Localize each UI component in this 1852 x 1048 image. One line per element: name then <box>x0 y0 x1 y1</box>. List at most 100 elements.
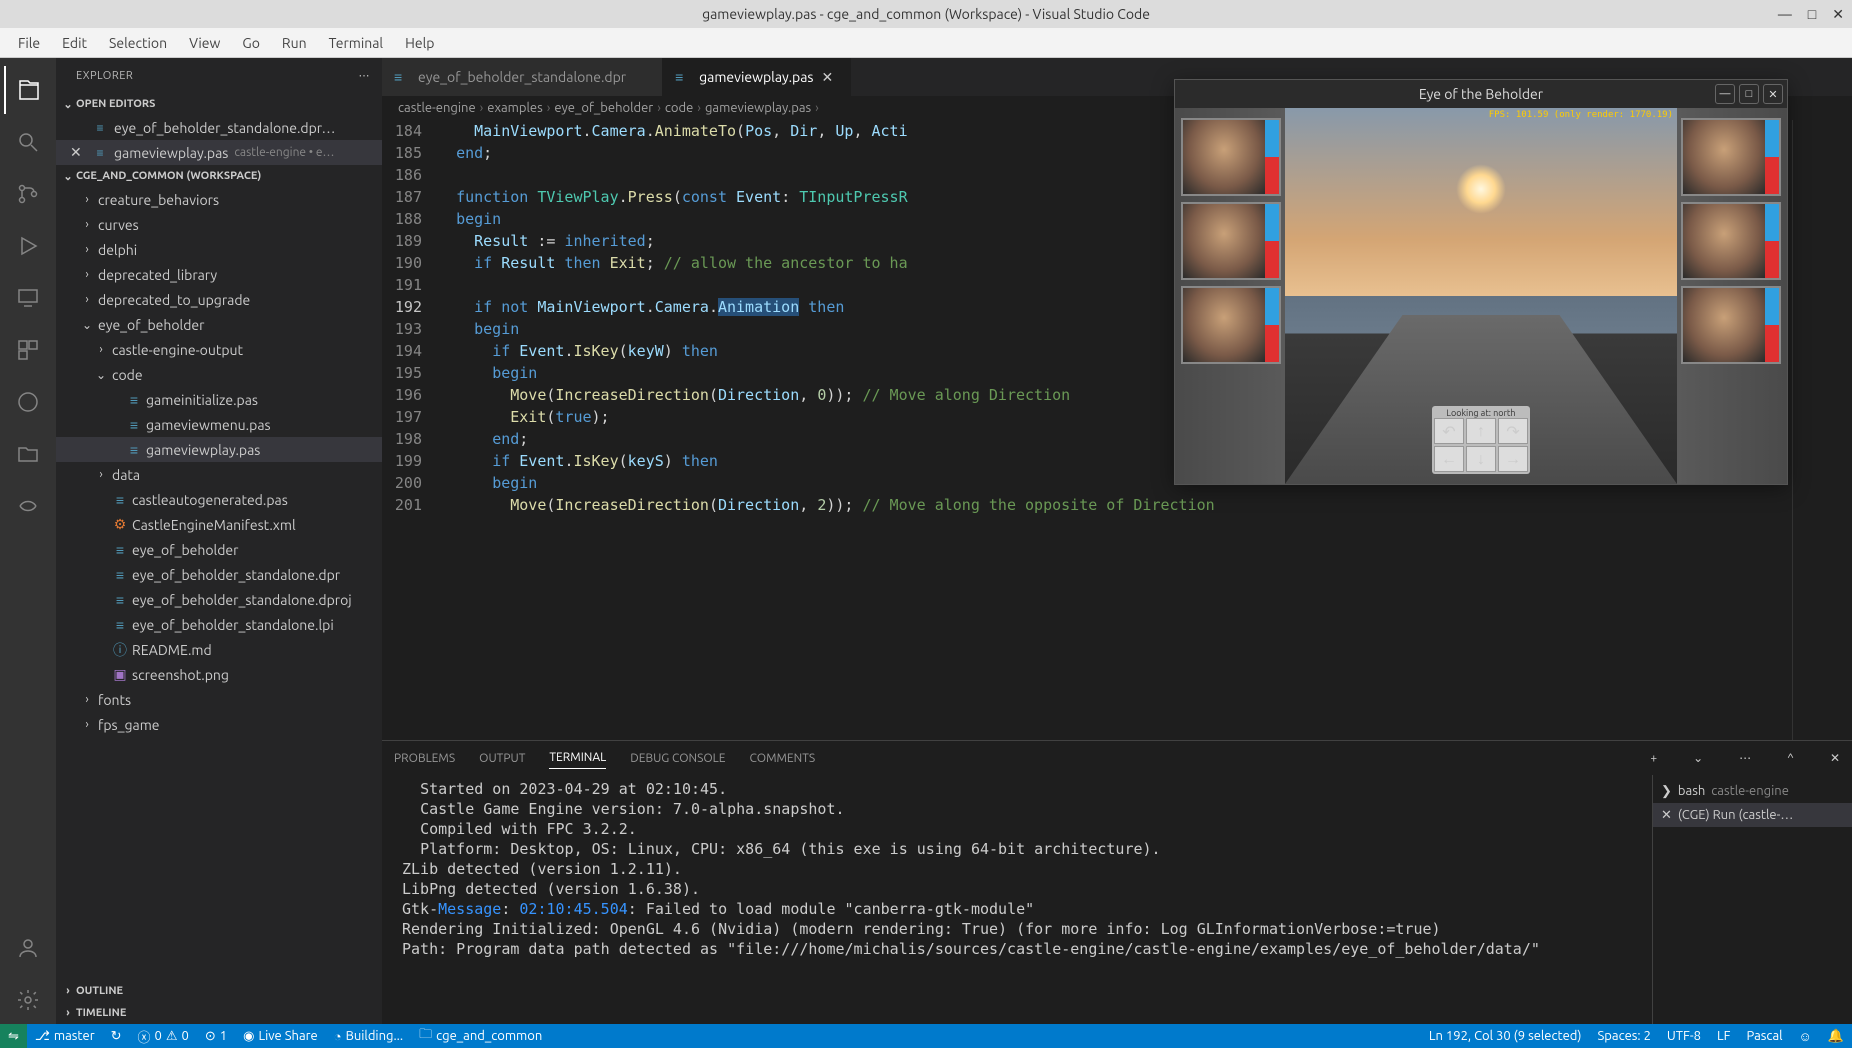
file-row[interactable]: ⚙CastleEngineManifest.xml <box>56 512 382 537</box>
close-icon[interactable]: ✕ <box>70 144 86 161</box>
file-row[interactable]: ≡eye_of_beholder_standalone.lpi <box>56 612 382 637</box>
editor-tab[interactable]: ≡eye_of_beholder_standalone.dpr <box>382 58 663 96</box>
feedback-icon[interactable]: ☺ <box>1791 1024 1820 1048</box>
game-maximize-button[interactable]: □ <box>1739 84 1759 104</box>
file-row[interactable]: ≡gameinitialize.pas <box>56 387 382 412</box>
menu-file[interactable]: File <box>8 31 50 55</box>
terminal-dropdown-icon[interactable]: ⌄ <box>1693 751 1703 765</box>
breadcrumb-segment[interactable]: castle-engine <box>398 101 476 115</box>
search-icon[interactable] <box>4 118 52 166</box>
git-branch[interactable]: ⎇master <box>27 1024 103 1048</box>
terminal-output[interactable]: Started on 2023-04-29 at 02:10:45. Castl… <box>382 775 1652 1024</box>
panel-tab-comments[interactable]: COMMENTS <box>750 748 816 769</box>
breadcrumb-segment[interactable]: examples <box>487 101 542 115</box>
indentation[interactable]: Spaces: 2 <box>1589 1024 1658 1048</box>
character-portrait[interactable] <box>1681 118 1781 196</box>
terminal-session[interactable]: ❯bash castle-engine <box>1653 779 1852 803</box>
menu-edit[interactable]: Edit <box>52 31 97 55</box>
remote-explorer-icon[interactable] <box>4 274 52 322</box>
breadcrumb-segment[interactable]: gameviewplay.pas <box>705 101 811 115</box>
file-row[interactable]: ⓘREADME.md <box>56 637 382 662</box>
folder-row[interactable]: ⌄code <box>56 362 382 387</box>
close-icon[interactable]: ✕ <box>822 69 838 86</box>
menu-terminal[interactable]: Terminal <box>319 31 394 55</box>
source-control-icon[interactable] <box>4 170 52 218</box>
terminal-session[interactable]: ✕(CGE) Run (castle-… <box>1653 803 1852 827</box>
folder-icon[interactable] <box>4 430 52 478</box>
file-row[interactable]: ≡eye_of_beholder_standalone.dpr <box>56 562 382 587</box>
remote-indicator[interactable]: ⇋ <box>0 1024 27 1048</box>
menu-help[interactable]: Help <box>395 31 444 55</box>
build-status[interactable]: ◔Building... <box>326 1024 411 1048</box>
file-row[interactable]: ≡gameviewplay.pas <box>56 437 382 462</box>
file-row[interactable]: ≡castleautogenerated.pas <box>56 487 382 512</box>
character-portrait[interactable] <box>1181 118 1281 196</box>
notifications-icon[interactable]: 🔔 <box>1820 1024 1852 1048</box>
open-editors-header[interactable]: ⌄ OPEN EDITORS <box>56 93 382 115</box>
file-row[interactable]: ≡eye_of_beholder <box>56 537 382 562</box>
folder-row[interactable]: ›curves <box>56 212 382 237</box>
panel-tab-problems[interactable]: PROBLEMS <box>394 748 455 769</box>
folder-row[interactable]: ›delphi <box>56 237 382 262</box>
menu-run[interactable]: Run <box>272 31 317 55</box>
maximize-panel-icon[interactable]: ^ <box>1787 752 1794 765</box>
nav-button[interactable]: ← <box>1434 446 1464 472</box>
folder-row[interactable]: ›creature_behaviors <box>56 187 382 212</box>
breadcrumb-segment[interactable]: code <box>665 101 693 115</box>
folder-row[interactable]: ›data <box>56 462 382 487</box>
language-mode[interactable]: Pascal <box>1738 1024 1790 1048</box>
character-portrait[interactable] <box>1181 286 1281 364</box>
menu-selection[interactable]: Selection <box>99 31 177 55</box>
game-viewport[interactable]: FPS: 101.59 (only render: 1770.19) Looki… <box>1175 108 1787 484</box>
panel-tab-output[interactable]: OUTPUT <box>479 748 525 769</box>
outline-header[interactable]: › OUTLINE <box>56 980 382 1002</box>
extensions-icon[interactable] <box>4 326 52 374</box>
settings-gear-icon[interactable] <box>4 976 52 1024</box>
github-icon[interactable] <box>4 378 52 426</box>
folder-row[interactable]: ›fonts <box>56 687 382 712</box>
file-tree[interactable]: ›creature_behaviors›curves›delphi›deprec… <box>56 187 382 980</box>
run-debug-icon[interactable] <box>4 222 52 270</box>
workspace-folder[interactable]: 🗀cge_and_common <box>411 1024 550 1048</box>
close-panel-icon[interactable]: ✕ <box>1830 751 1840 765</box>
folder-row[interactable]: ›fps_game <box>56 712 382 737</box>
file-row[interactable]: ≡gameviewmenu.pas <box>56 412 382 437</box>
nav-button[interactable]: ↶ <box>1434 418 1464 444</box>
open-editor-item[interactable]: ✕≡eye_of_beholder_standalone.dpr… <box>56 115 382 140</box>
file-row[interactable]: ≡eye_of_beholder_standalone.dproj <box>56 587 382 612</box>
problems-indicator[interactable]: ⓧ0 ⚠0 <box>130 1024 197 1048</box>
maximize-button[interactable]: □ <box>1808 6 1816 23</box>
liveshare-activity-icon[interactable] <box>4 482 52 530</box>
minimize-button[interactable]: — <box>1778 6 1792 23</box>
folder-row[interactable]: ⌄eye_of_beholder <box>56 312 382 337</box>
encoding[interactable]: UTF-8 <box>1659 1024 1709 1048</box>
workspace-header[interactable]: ⌄ CGE_AND_COMMON (WORKSPACE) <box>56 165 382 187</box>
timeline-header[interactable]: › TIMELINE <box>56 1002 382 1024</box>
open-editor-item[interactable]: ✕≡gameviewplay.pas castle-engine • e… <box>56 140 382 165</box>
menu-view[interactable]: View <box>179 31 230 55</box>
panel-more-icon[interactable]: ⋯ <box>1739 751 1751 765</box>
nav-button[interactable]: → <box>1498 446 1528 472</box>
nav-button[interactable]: ↓ <box>1466 446 1496 472</box>
explorer-more-icon[interactable]: ⋯ <box>359 69 371 82</box>
folder-row[interactable]: ›deprecated_to_upgrade <box>56 287 382 312</box>
git-sync[interactable]: ↻ <box>103 1024 130 1048</box>
folder-row[interactable]: ›deprecated_library <box>56 262 382 287</box>
character-portrait[interactable] <box>1181 202 1281 280</box>
character-portrait[interactable] <box>1681 286 1781 364</box>
nav-button[interactable]: ↑ <box>1466 418 1496 444</box>
new-terminal-icon[interactable]: + <box>1650 752 1657 765</box>
minimap[interactable] <box>1792 120 1852 740</box>
ports-indicator[interactable]: ⊙1 <box>197 1024 235 1048</box>
liveshare-status[interactable]: ◉Live Share <box>235 1024 326 1048</box>
editor-tab[interactable]: ≡gameviewplay.pas✕ <box>663 58 850 96</box>
accounts-icon[interactable] <box>4 924 52 972</box>
panel-tab-debug-console[interactable]: DEBUG CONSOLE <box>630 748 725 769</box>
nav-button[interactable]: ↷ <box>1498 418 1528 444</box>
close-button[interactable]: ✕ <box>1832 6 1844 23</box>
file-row[interactable]: ▣screenshot.png <box>56 662 382 687</box>
game-titlebar[interactable]: Eye of the Beholder — □ ✕ <box>1175 80 1787 108</box>
character-portrait[interactable] <box>1681 202 1781 280</box>
folder-row[interactable]: ›castle-engine-output <box>56 337 382 362</box>
breadcrumb-segment[interactable]: eye_of_beholder <box>554 101 653 115</box>
